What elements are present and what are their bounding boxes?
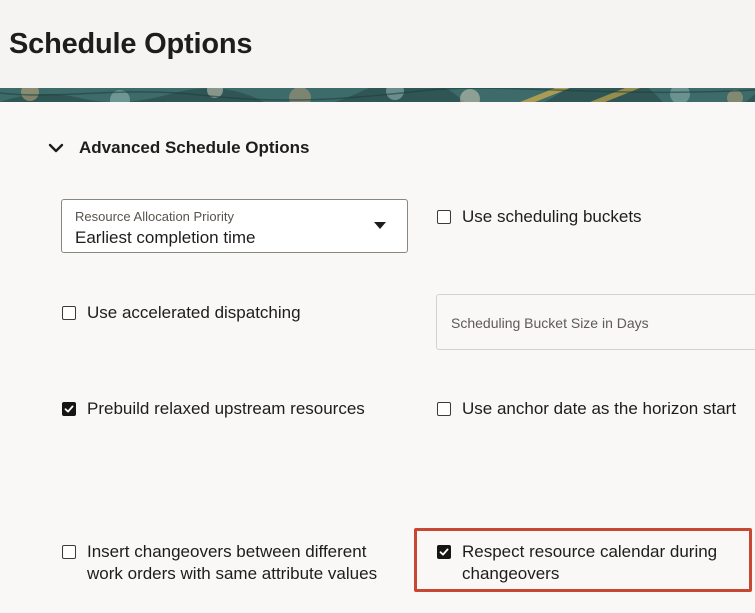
prebuild-relaxed-checkbox[interactable] — [62, 402, 76, 416]
scheduling-bucket-size-input[interactable]: Scheduling Bucket Size in Days — [436, 294, 755, 350]
checkbox-label: Use scheduling buckets — [462, 207, 642, 226]
use-scheduling-buckets-option[interactable]: Use scheduling buckets — [437, 207, 642, 228]
resource-allocation-priority-select[interactable]: Resource Allocation Priority Earliest co… — [61, 199, 408, 253]
checkbox-label: Insert changeovers between different wor… — [87, 541, 377, 585]
page-title: Schedule Options — [9, 28, 253, 60]
input-placeholder: Scheduling Bucket Size in Days — [451, 315, 649, 331]
prebuild-relaxed-option[interactable]: Prebuild relaxed upstream resources — [62, 399, 365, 420]
chevron-down-icon — [48, 143, 64, 153]
use-accelerated-dispatching-checkbox[interactable] — [62, 306, 76, 320]
insert-changeovers-option[interactable]: Insert changeovers between different wor… — [62, 541, 377, 585]
anchor-date-checkbox[interactable] — [437, 402, 451, 416]
banner-pattern-icon — [0, 88, 755, 102]
insert-changeovers-checkbox[interactable] — [62, 545, 76, 559]
decorative-banner — [0, 88, 755, 102]
caret-down-icon[interactable] — [374, 222, 386, 229]
checkbox-label: Use anchor date as the horizon start — [462, 399, 737, 418]
use-scheduling-buckets-checkbox[interactable] — [437, 210, 451, 224]
page-header: Schedule Options — [0, 0, 755, 89]
section-title: Advanced Schedule Options — [79, 138, 310, 157]
checkbox-label: Use accelerated dispatching — [87, 303, 301, 322]
select-label: Resource Allocation Priority — [75, 209, 234, 224]
highlight-callout-box — [414, 528, 752, 592]
anchor-date-option[interactable]: Use anchor date as the horizon start — [437, 399, 737, 420]
label-line-1: Insert changeovers between different — [87, 542, 367, 561]
label-line-2: work orders with same attribute values — [87, 564, 378, 583]
checkbox-label: Prebuild relaxed upstream resources — [87, 399, 365, 418]
checkmark-icon — [64, 405, 74, 413]
use-accelerated-dispatching-option[interactable]: Use accelerated dispatching — [62, 303, 301, 324]
select-value: Earliest completion time — [75, 228, 256, 247]
advanced-options-toggle[interactable]: Advanced Schedule Options — [47, 136, 310, 160]
